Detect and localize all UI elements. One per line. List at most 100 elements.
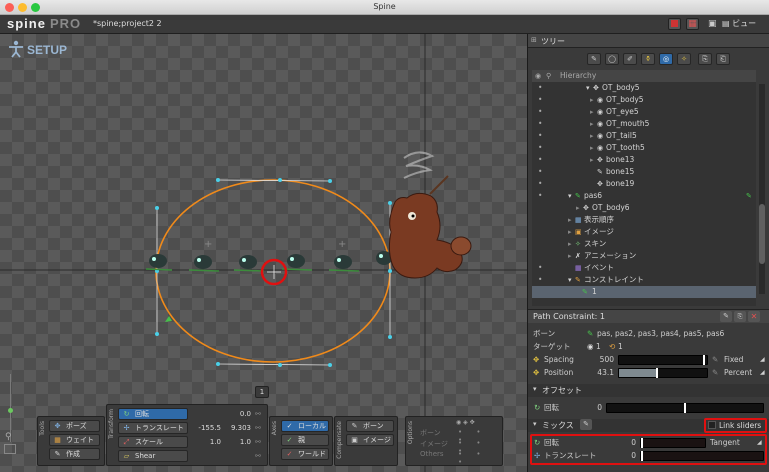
compensate-image-button[interactable]: ▣ イメージ: [346, 434, 394, 446]
tree-item[interactable]: ▸ ✧ スキン: [538, 238, 760, 250]
tree-filter-attachments-button[interactable]: ✐: [623, 53, 637, 65]
link-sliders-box[interactable]: [708, 421, 716, 429]
weight-tool-button[interactable]: ▦ ウェイト: [49, 434, 100, 446]
shear-tool-button[interactable]: ▱ Shear: [118, 450, 188, 462]
shear-lock-icon[interactable]: ⚯: [255, 452, 261, 460]
tree-scrollbar-thumb[interactable]: [759, 204, 765, 264]
bones-value[interactable]: pas, pas2, pas3, pas4, pas5, pas6: [597, 328, 724, 340]
tree-item[interactable]: ▸ ▣ イメージ: [538, 226, 760, 238]
scale-x-value[interactable]: 1.0: [191, 436, 221, 448]
target-slot-icon[interactable]: ⟲: [609, 341, 615, 353]
tools-panel: Tools ✥ ポーズ ▦ ウェイト ✎ 作成: [37, 416, 105, 466]
translate-tool-button[interactable]: ✢ トランスレート: [118, 422, 188, 434]
translate-y-value[interactable]: 9.303: [223, 422, 251, 434]
tree-item[interactable]: • ▸ ◉ OT_eye5: [538, 106, 760, 118]
tree-filter-constraints-button[interactable]: ⚱: [641, 53, 655, 65]
viewport-page-indicator[interactable]: 1: [255, 386, 269, 398]
translate-x-value[interactable]: -155.5: [191, 422, 221, 434]
options-toggles-others[interactable]: • • •: [458, 450, 502, 466]
target-option-2[interactable]: 1: [618, 341, 623, 353]
mix-key-icon[interactable]: ✎: [580, 419, 592, 430]
bone-filter-icon: ✎: [591, 55, 597, 63]
position-key-icon[interactable]: ✎: [712, 367, 718, 379]
tree-item[interactable]: • ▾ ✥ OT_body5: [538, 82, 760, 94]
offset-rotate-slider[interactable]: [606, 403, 764, 413]
offset-section-header[interactable]: ▾ オフセット: [528, 384, 769, 397]
offset-rotate-value[interactable]: 0: [588, 402, 602, 414]
tree-item-selected[interactable]: ✎ 1: [532, 286, 756, 298]
link-sliders-checkbox[interactable]: Link sliders: [708, 420, 768, 431]
translate-lock-icon[interactable]: ⚯: [255, 424, 261, 432]
tree-item[interactable]: • ▾ ✎ pas6 ✎: [538, 190, 760, 202]
bones-row: ボーン ✎ pas, pas2, pas3, pas4, pas5, pas6: [533, 328, 725, 340]
position-value[interactable]: 43.1: [594, 367, 614, 379]
spacing-value[interactable]: 500: [594, 354, 614, 366]
mix-rotate-mode-dropdown[interactable]: Tangent: [710, 437, 740, 449]
tree-filter-slots-button[interactable]: ◯: [605, 53, 619, 65]
pose-tool-button[interactable]: ✥ ポーズ: [49, 420, 100, 432]
mix-rotate-value[interactable]: 0: [622, 437, 636, 449]
duplicate-icon[interactable]: ⎘: [734, 311, 746, 322]
rotate-tool-button[interactable]: ↻ 回転: [118, 408, 188, 420]
tree-item[interactable]: • ▾ ✎ コンストレイント: [538, 274, 760, 286]
fit-view-icon[interactable]: [4, 444, 16, 454]
mix-translate-value[interactable]: 0: [622, 450, 636, 462]
axes-panel-label: Axes: [271, 421, 278, 436]
project-name: *spine;project2 2: [93, 19, 162, 28]
tree-filter-bones-button[interactable]: ✎: [587, 53, 601, 65]
tree-item[interactable]: • ▦ イベント: [538, 262, 760, 274]
axes-parent-button[interactable]: ✓ 親: [281, 434, 329, 446]
mix-rotate-slider[interactable]: [640, 438, 706, 448]
animate-mode-button[interactable]: [668, 18, 681, 30]
target-row: ターゲット ◉ 1 ⟲ 1: [533, 341, 623, 353]
viewport[interactable]: + + SETUP ⚲ 1 Tools ✥ ポーズ ▦ ウェイト ✎ 作成 Trans…: [0, 34, 527, 472]
mix-translate-slider[interactable]: [640, 451, 764, 461]
tree-paste-button[interactable]: ⎗: [716, 53, 730, 65]
view-menu[interactable]: ▤ ビュー: [722, 18, 766, 30]
tree-item[interactable]: • ✎ bone15: [538, 166, 760, 178]
tree-item[interactable]: ▸ ✥ OT_body6: [538, 202, 760, 214]
tree-scrollbar[interactable]: [759, 84, 765, 294]
scale-icon: ⤢: [123, 438, 130, 446]
tree-filter-skins-button[interactable]: ✧: [677, 53, 691, 65]
scale-tool-button[interactable]: ⤢ スケール: [118, 436, 188, 448]
tree-item[interactable]: • ▸ ◉ OT_body5: [538, 94, 760, 106]
compensate-bone-button[interactable]: ✎ ボーン: [346, 420, 394, 432]
axes-local-button[interactable]: ✓ ローカル: [281, 420, 329, 432]
zoom-slider-handle[interactable]: [8, 408, 13, 413]
tree-item[interactable]: • ▸ ◉ OT_tail5: [538, 130, 760, 142]
translate-icon: ✢: [123, 424, 130, 432]
attachment-filter-icon: ✐: [627, 55, 633, 63]
tree-list[interactable]: • ▾ ✥ OT_body5 • ▸ ◉ OT_body5 • ▸ ◉ OT_eye5 • ▸ ◉ OT…: [532, 82, 756, 306]
spacing-mode-dropdown[interactable]: Fixed: [724, 354, 743, 366]
spacing-slider[interactable]: [618, 355, 708, 365]
rename-icon[interactable]: ✎: [720, 311, 732, 322]
tree-item[interactable]: ▸ ▦ 表示順序: [538, 214, 760, 226]
options-row-image: イメージ: [420, 440, 448, 448]
offset-collapse-icon: ▾: [533, 385, 537, 393]
tab-tree[interactable]: ツリー: [541, 36, 565, 47]
tree-item[interactable]: ▸ ✗ アニメーション: [538, 250, 760, 262]
layout-icon[interactable]: ▣: [708, 18, 720, 30]
tree-item[interactable]: • ✥ bone19: [538, 178, 760, 190]
tree-filter-active-button[interactable]: ◎: [659, 53, 673, 65]
tree-item[interactable]: • ▸ ✥ bone13: [538, 154, 760, 166]
offset-rotate-row: ↻ 回転 0: [532, 402, 765, 414]
scale-lock-icon[interactable]: ⚯: [255, 438, 261, 446]
scale-y-value[interactable]: 1.0: [223, 436, 251, 448]
rotate-lock-icon[interactable]: ⚯: [255, 410, 261, 418]
rotate-value[interactable]: 0.0: [223, 408, 251, 420]
create-tool-button[interactable]: ✎ 作成: [49, 448, 100, 460]
position-slider[interactable]: [618, 368, 708, 378]
tree-item[interactable]: • ▸ ◉ OT_tooth5: [538, 142, 760, 154]
tree-copy-button[interactable]: ⎘: [698, 53, 712, 65]
setup-mode-button[interactable]: ▦: [686, 18, 699, 30]
target-option-1[interactable]: 1: [596, 341, 601, 353]
axes-world-button[interactable]: ✓ ワールド: [281, 448, 329, 460]
spacing-key-icon[interactable]: ✎: [712, 354, 718, 366]
tree-item[interactable]: • ▸ ◉ OT_mouth5: [538, 118, 760, 130]
zoom-search-icon[interactable]: ⚲: [5, 432, 12, 442]
delete-icon[interactable]: ✕: [748, 311, 760, 322]
position-mode-dropdown[interactable]: Percent: [724, 367, 752, 379]
target-radio-icon[interactable]: ◉: [587, 341, 594, 353]
